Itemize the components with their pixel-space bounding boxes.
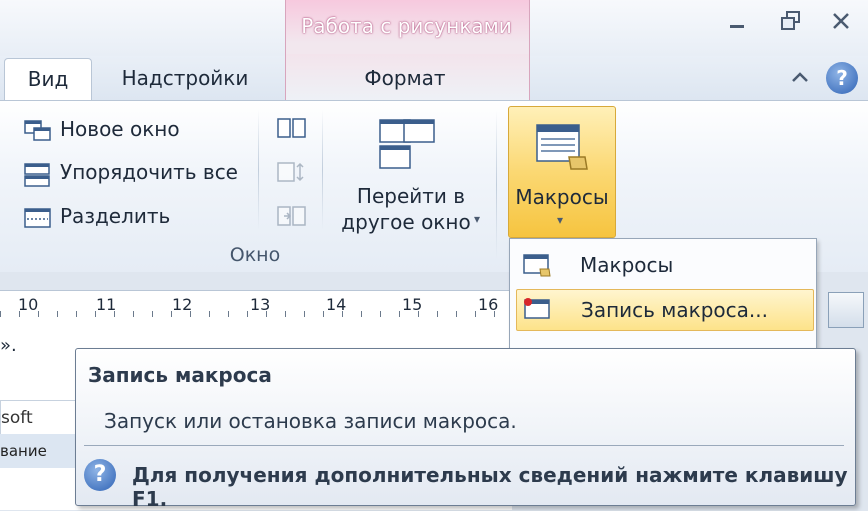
split-icon [24, 207, 52, 229]
divider [84, 445, 844, 446]
tooltip-description: Запуск или остановка записи макроса. [104, 409, 517, 433]
arrange-all-label: Упорядочить все [60, 160, 238, 184]
split-label: Разделить [60, 204, 171, 228]
restore-icon[interactable] [774, 10, 808, 38]
separator [258, 110, 259, 230]
tab-addins[interactable]: Надстройки [110, 58, 260, 100]
new-window-button[interactable]: Новое окно [24, 114, 180, 144]
left-panel-item[interactable]: вание [0, 434, 76, 468]
switch-windows-icon [376, 118, 438, 174]
split-button[interactable]: Разделить [24, 201, 170, 231]
close-icon[interactable] [824, 10, 858, 38]
menu-item-label: Запись макроса... [581, 298, 768, 322]
sync-scroll-icon [276, 160, 308, 184]
view-side-by-side-icon[interactable] [276, 116, 308, 140]
arrange-all-icon [24, 162, 52, 187]
chevron-down-icon: ▾ [474, 212, 481, 226]
record-macro-icon [517, 290, 563, 330]
macros-button[interactable]: Макросы ▾ [508, 106, 616, 238]
new-window-icon [24, 119, 52, 142]
tooltip: Запись макроса Запуск или остановка запи… [75, 348, 856, 511]
help-icon[interactable]: ? [826, 62, 858, 94]
switch-windows-button[interactable]: Перейти в другое окно ▾ [336, 112, 486, 237]
ribbon-collapse-icon[interactable] [788, 66, 812, 90]
chevron-down-icon: ▾ [557, 213, 564, 227]
window-group-label: Окно [229, 244, 281, 266]
tab-view[interactable]: Вид [4, 58, 92, 103]
tooltip-help-text: Для получения дополнительных сведений на… [132, 463, 848, 511]
macros-button-label: Макросы [515, 185, 609, 209]
tab-format[interactable]: Формат [340, 58, 470, 100]
minimize-icon[interactable] [720, 10, 754, 38]
menu-item-label: Макросы [580, 253, 674, 277]
switch-windows-label-1: Перейти в [356, 184, 466, 208]
context-tab-title: Работа с рисунками [301, 14, 512, 38]
separator [322, 110, 323, 230]
arrange-all-button[interactable]: Упорядочить все [24, 157, 238, 187]
help-icon: ? [84, 459, 116, 491]
macros-icon [516, 245, 562, 285]
menu-item-record-macro[interactable]: Запись макроса... [516, 289, 814, 331]
reset-window-position-icon [276, 204, 308, 228]
doc-text: ». [0, 335, 17, 356]
macros-dropdown: Макросы Запись макроса... [509, 238, 817, 352]
macros-icon [535, 123, 591, 177]
view-ruler-icon[interactable] [828, 292, 864, 328]
switch-windows-label-2: другое окно [341, 210, 471, 234]
new-window-label: Новое окно [60, 117, 180, 141]
left-panel-item[interactable]: soft Word [0, 400, 78, 462]
ruler-marks [0, 311, 512, 317]
menu-item-macros[interactable]: Макросы [516, 245, 812, 285]
tooltip-title: Запись макроса [88, 363, 272, 387]
separator [496, 110, 497, 260]
horizontal-ruler: 10 11 12 13 14 15 16 [0, 290, 512, 322]
